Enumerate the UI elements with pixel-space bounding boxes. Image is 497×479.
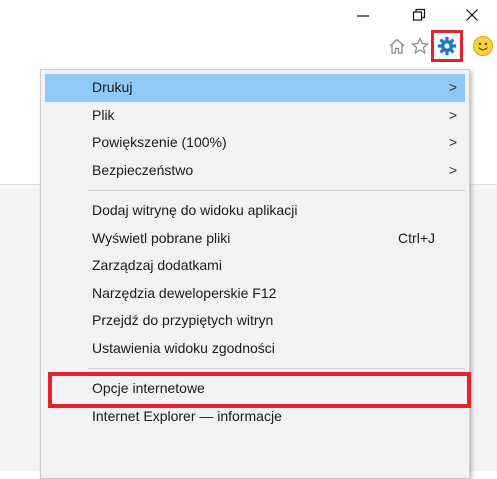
menu-item-label: Opcje internetowe bbox=[92, 380, 205, 396]
menu-item-manage-addons[interactable]: Zarządzaj dodatkami bbox=[45, 252, 465, 280]
menu-item-compatibility-view[interactable]: Ustawienia widoku zgodności bbox=[45, 335, 465, 363]
restore-button[interactable] bbox=[397, 0, 441, 30]
menu-item-safety[interactable]: Bezpieczeństwo > bbox=[45, 157, 465, 185]
gear-icon bbox=[437, 36, 457, 56]
submenu-arrow-icon: > bbox=[448, 161, 457, 178]
tools-button[interactable] bbox=[431, 30, 463, 62]
menu-item-label: Wyświetl pobrane pliki bbox=[92, 229, 231, 246]
menu-item-label: Bezpieczeństwo bbox=[92, 161, 194, 178]
menu-item-label: Plik bbox=[92, 106, 115, 123]
minimize-button[interactable] bbox=[341, 0, 385, 30]
menu-item-label: Drukuj bbox=[92, 79, 133, 95]
menu-item-file[interactable]: Plik > bbox=[45, 102, 465, 130]
menu-item-internet-options[interactable]: Opcje internetowe bbox=[45, 372, 471, 408]
favorites-button[interactable] bbox=[409, 35, 431, 57]
menu-item-about-ie[interactable]: Internet Explorer — informacje bbox=[45, 403, 465, 431]
submenu-arrow-icon: > bbox=[448, 79, 457, 95]
home-button[interactable] bbox=[386, 35, 408, 57]
submenu-arrow-icon: > bbox=[448, 134, 457, 150]
close-button[interactable] bbox=[450, 0, 494, 30]
feedback-button[interactable] bbox=[472, 35, 494, 57]
submenu-arrow-icon: > bbox=[448, 106, 457, 123]
menu-item-label: Narzędzia deweloperskie F12 bbox=[92, 284, 277, 301]
star-icon bbox=[411, 37, 429, 55]
menu-item-label: Internet Explorer — informacje bbox=[92, 407, 282, 424]
menu-item-print[interactable]: Drukuj > bbox=[45, 74, 465, 102]
menu-item-view-downloads[interactable]: Wyświetl pobrane pliki Ctrl+J bbox=[45, 225, 465, 253]
menu-separator bbox=[88, 190, 465, 191]
menu-item-label: Zarządzaj dodatkami bbox=[92, 257, 222, 273]
menu-item-label: Ustawienia widoku zgodności bbox=[92, 339, 275, 356]
minimize-icon bbox=[357, 15, 369, 17]
smiley-icon bbox=[473, 36, 493, 56]
menu-separator bbox=[88, 368, 465, 369]
restore-icon bbox=[412, 8, 426, 21]
menu-item-pinned-sites[interactable]: Przejdź do przypiętych witryn bbox=[45, 307, 465, 335]
menu-item-label: Powiększenie (100%) bbox=[92, 134, 227, 150]
home-icon bbox=[389, 38, 405, 54]
tools-menu: Drukuj > Plik > Powiększenie (100%) > Be… bbox=[40, 69, 471, 479]
menu-item-shortcut: Ctrl+J bbox=[398, 229, 435, 246]
menu-item-label: Dodaj witrynę do widoku aplikacji bbox=[92, 202, 298, 218]
menu-item-add-site-to-apps[interactable]: Dodaj witrynę do widoku aplikacji bbox=[45, 197, 465, 225]
close-icon bbox=[466, 9, 478, 21]
menu-item-zoom[interactable]: Powiększenie (100%) > bbox=[45, 129, 465, 157]
menu-item-label: Przejdź do przypiętych witryn bbox=[92, 312, 274, 328]
menu-item-developer-tools[interactable]: Narzędzia deweloperskie F12 bbox=[45, 280, 465, 308]
